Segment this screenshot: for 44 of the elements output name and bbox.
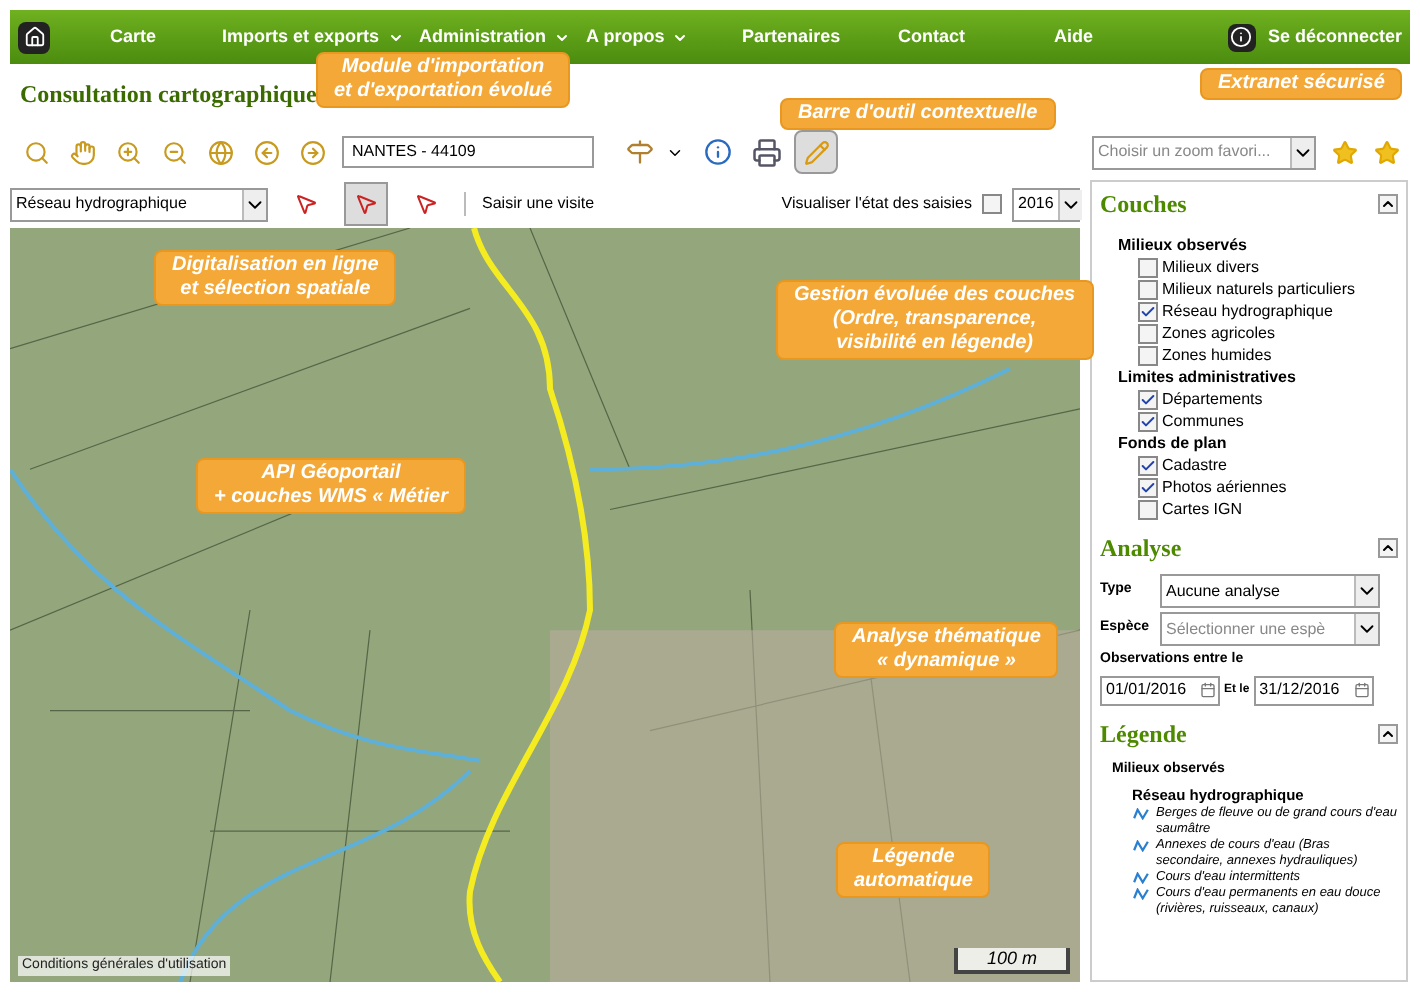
feature-callout: Digitalisation en ligne et sélection spatiale	[154, 250, 397, 306]
layer-label: Zones humides	[1162, 343, 1272, 367]
feature-callout: Légende automatique	[836, 842, 991, 898]
layer-label: Cartes IGN	[1162, 497, 1243, 521]
layer-label: Départements	[1162, 387, 1263, 411]
layer-label: Réseau hydrographique	[1162, 299, 1333, 323]
year-select[interactable]: 2016	[1012, 187, 1080, 221]
nav-link[interactable]: Contact	[898, 23, 1055, 51]
nav-link[interactable]: A propos	[586, 23, 743, 51]
show-state-label: Visualiser l'état des saisies	[781, 192, 972, 216]
logout-link[interactable]: Se déconnecter	[1267, 23, 1402, 51]
layer-group-title: Milieux observés	[1118, 234, 1249, 256]
scale-bar: 100 m	[954, 948, 1070, 974]
layer-label: Milieux divers	[1162, 255, 1259, 279]
feature-callout: API Géoportail + couches WMS « Métier	[196, 458, 466, 514]
nav-link[interactable]: Administration	[419, 23, 587, 51]
section-title: Couches	[1100, 188, 1187, 222]
layer-label: Zones agricoles	[1162, 321, 1275, 345]
nav-link[interactable]: Imports et exports	[222, 23, 420, 51]
feature-callout: Extranet sécurisé	[1200, 68, 1403, 100]
layer-select[interactable]: Réseau hydrographique	[10, 187, 268, 221]
section-title: Analyse	[1100, 532, 1182, 566]
layer-label: Milieux naturels particuliers	[1162, 277, 1355, 301]
analysis-type-select[interactable]: Aucune analyse	[1160, 574, 1380, 608]
nav-link[interactable]: Carte	[110, 23, 222, 51]
search-field[interactable]: NANTES - 44109	[342, 136, 594, 168]
layer-label: Photos aériennes	[1162, 475, 1287, 499]
start-date-field[interactable]: 01/01/2016	[1100, 675, 1220, 705]
layer-group-title: Limites administratives	[1118, 366, 1298, 388]
nav-link[interactable]: Partenaires	[742, 23, 899, 51]
page-title: Consultation cartographique	[20, 78, 317, 112]
feature-callout: Barre d'outil contextuelle	[780, 98, 1056, 130]
feature-callout: Module d'importation et d'exportation évolué	[316, 52, 571, 108]
favorite-zoom-select[interactable]: Choisir un zoom favori...	[1092, 135, 1316, 169]
layer-group-title: Fonds de plan	[1118, 432, 1229, 454]
layer-label: Cadastre	[1162, 453, 1227, 477]
feature-callout: Analyse thématique « dynamique »	[834, 622, 1059, 678]
visit-link[interactable]: Saisir une visite	[482, 192, 595, 216]
nav-link[interactable]: Aide	[1054, 23, 1211, 51]
end-date-field[interactable]: 31/12/2016	[1253, 675, 1374, 705]
feature-callout: Gestion évoluée des couches (Ordre, transparence, visibilité en légende)	[776, 280, 1094, 360]
species-select[interactable]: Sélectionner une espè	[1160, 612, 1380, 646]
layer-label: Communes	[1162, 409, 1244, 433]
section-title: Légende	[1100, 717, 1187, 751]
